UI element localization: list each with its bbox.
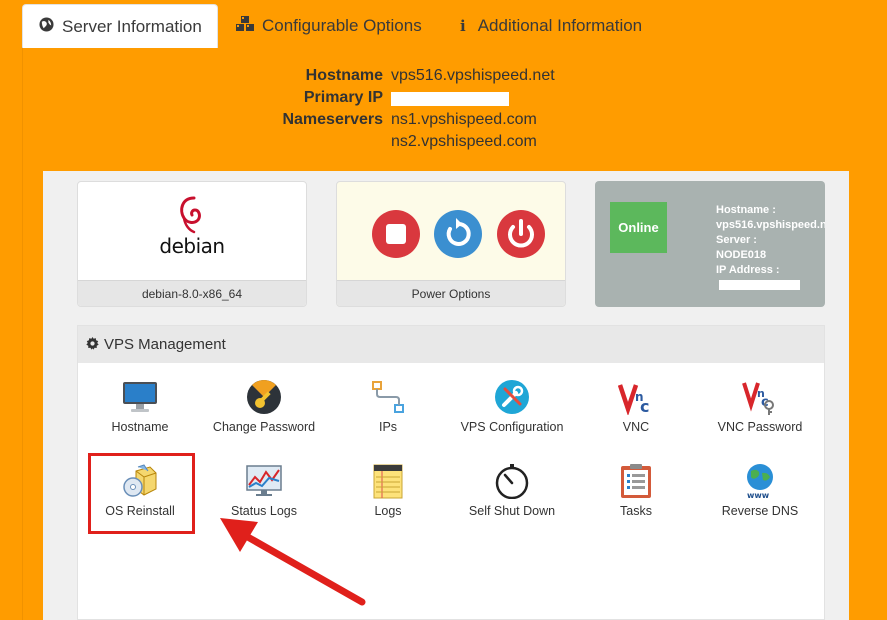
self-shut-down-tool[interactable]: Self Shut Down	[450, 463, 574, 533]
debian-logo-text: debian	[159, 234, 225, 258]
timer-icon	[495, 464, 529, 499]
vnc-key-icon: nc	[742, 382, 774, 415]
power-options-card: Power Options	[336, 181, 566, 307]
info-icon: i	[460, 17, 466, 35]
os-reinstall-tool[interactable]: OS Reinstall	[78, 463, 202, 533]
power-caption: Power Options	[337, 280, 565, 306]
vps-management-title: VPS Management	[104, 336, 226, 353]
tool-label: Self Shut Down	[468, 504, 556, 518]
primary-ip-label: Primary IP	[303, 89, 383, 106]
cubes-icon	[236, 16, 254, 36]
tool-label: Change Password	[212, 420, 316, 434]
tasks-tool[interactable]: Tasks	[574, 463, 698, 533]
tool-label: Logs	[374, 504, 402, 518]
vps-management-header: VPS Management	[78, 326, 824, 363]
gear-icon	[86, 336, 99, 353]
status-ip-label: IP Address :	[716, 264, 780, 276]
logs-tool[interactable]: Logs	[326, 463, 450, 533]
tool-label: Reverse DNS	[721, 504, 799, 518]
vps-configuration-tool[interactable]: VPS Configuration	[450, 379, 574, 449]
chart-icon	[246, 465, 282, 496]
status-ip-redacted	[719, 280, 800, 290]
nameserver-2: ns2.vpshispeed.com	[391, 133, 537, 150]
debian-swirl-icon	[78, 194, 306, 239]
os-reinstall-icon	[123, 464, 157, 497]
status-hostname-label: Hostname :	[716, 204, 776, 216]
tool-label: VPS Configuration	[460, 420, 564, 434]
status-badge: Online	[610, 202, 667, 253]
clipboard-icon	[621, 464, 651, 498]
shutdown-button[interactable]	[496, 209, 546, 259]
primary-ip-row: Primary IP	[23, 89, 887, 111]
os-caption: debian-8.0-x86_64	[78, 280, 306, 306]
status-logs-tool[interactable]: Status Logs	[202, 463, 326, 533]
notepad-icon	[373, 464, 403, 499]
nameservers-row-2: ns2.vpshispeed.com	[23, 133, 887, 155]
status-server-label: Server :	[716, 234, 757, 246]
vnc-password-tool[interactable]: nc VNC Password	[698, 379, 822, 449]
tool-label: Hostname	[111, 420, 169, 434]
vps-dashboard: debian debian-8.0-x86_64 Power Options O…	[43, 171, 849, 620]
power-icon	[497, 210, 545, 258]
vps-management-panel: VPS Management Hostname Change Password …	[77, 325, 825, 620]
status-details: Hostname : vps516.vpshispeed.net Server …	[716, 203, 825, 278]
tool-label: IPs	[378, 420, 398, 434]
nameservers-row: Nameservers ns1.vpshispeed.com	[23, 111, 887, 133]
server-information-panel: Hostname vps516.vpshispeed.net Primary I…	[22, 47, 887, 620]
status-card: Online Hostname : vps516.vpshispeed.net …	[595, 181, 825, 307]
stop-icon	[372, 210, 420, 258]
restart-button[interactable]	[433, 209, 483, 259]
tab-label: Server Information	[62, 16, 202, 36]
nameserver-1: ns1.vpshispeed.com	[391, 111, 537, 128]
monitor-icon	[123, 382, 157, 412]
tab-server-information[interactable]: Server Information	[22, 4, 218, 48]
hostname-tool[interactable]: Hostname	[78, 379, 202, 449]
vnc-icon: nc	[618, 384, 649, 415]
tab-bar: Server Information Configurable Options …	[0, 0, 887, 48]
vnc-tool[interactable]: nc VNC	[574, 379, 698, 449]
ips-tool[interactable]: IPs	[326, 379, 450, 449]
svg-text:www: www	[747, 491, 770, 499]
globe-icon	[39, 17, 54, 36]
tool-label: VNC Password	[717, 420, 803, 434]
tool-label: VNC	[622, 420, 650, 434]
tools-icon	[495, 380, 529, 414]
globe-www-icon: www	[747, 464, 773, 499]
nameservers-label: Nameservers	[282, 111, 383, 128]
tab-additional-information[interactable]: i Additional Information	[460, 4, 642, 48]
status-hostname-value: vps516.vpshispeed.net	[716, 219, 825, 231]
tool-label: OS Reinstall	[105, 504, 175, 518]
network-icon	[372, 381, 404, 413]
stop-button[interactable]	[371, 209, 421, 259]
tool-label: Tasks	[620, 504, 652, 518]
change-password-tool[interactable]: Change Password	[202, 379, 326, 449]
hostname-value: vps516.vpshispeed.net	[391, 67, 555, 84]
restart-icon	[434, 210, 482, 258]
reverse-dns-tool[interactable]: www Reverse DNS	[698, 463, 822, 533]
tab-label: Additional Information	[477, 16, 643, 35]
tool-label: Status Logs	[230, 504, 297, 518]
tab-label: Configurable Options	[262, 16, 422, 35]
hostname-label: Hostname	[305, 67, 383, 84]
svg-text:c: c	[640, 397, 649, 415]
os-card: debian debian-8.0-x86_64	[77, 181, 307, 307]
tab-configurable-options[interactable]: Configurable Options	[236, 4, 422, 48]
status-server-value: NODE018	[716, 249, 767, 261]
hostname-row: Hostname vps516.vpshispeed.net	[23, 67, 887, 89]
key-icon	[247, 380, 281, 414]
primary-ip-redacted	[391, 92, 509, 106]
